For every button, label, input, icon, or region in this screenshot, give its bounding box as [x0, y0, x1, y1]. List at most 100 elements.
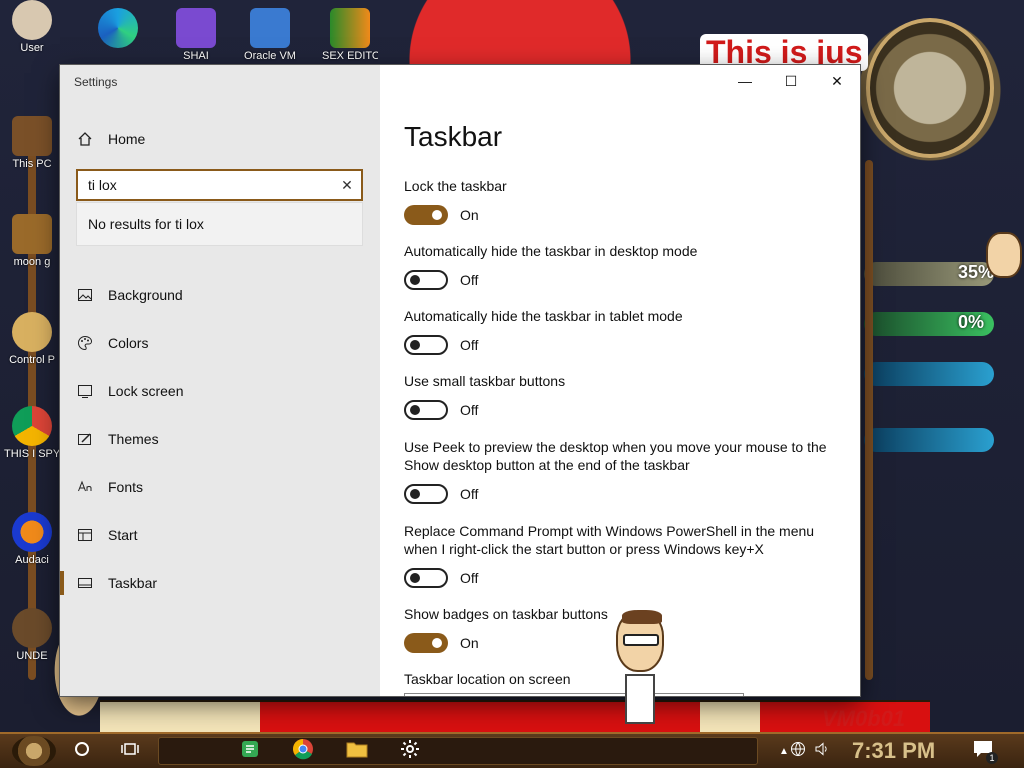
- steampunk-frame-right: [865, 160, 873, 680]
- taskbar-app-sheets[interactable]: [232, 736, 268, 766]
- toggle-state-text: On: [460, 635, 479, 651]
- powershell-toggle[interactable]: [404, 568, 448, 588]
- fonts-icon: [76, 478, 94, 496]
- lightbulb-icon: [12, 312, 52, 352]
- nav-item-background[interactable]: Background: [60, 271, 380, 319]
- hex-editor-icon: [330, 8, 370, 48]
- clear-search-icon[interactable]: ✕: [333, 171, 361, 199]
- desktop-icon-label: THIS I SPYWA: [4, 448, 60, 460]
- navigation-pane: Settings Home ✕ No results for ti lox Ba…: [60, 65, 380, 696]
- desktop-icon-chrome[interactable]: THIS I SPYWA: [4, 406, 60, 460]
- setting-label: Use small taskbar buttons: [404, 373, 566, 389]
- chrome-icon: [12, 406, 52, 446]
- content-pane: Taskbar Lock the taskbar On Automaticall…: [404, 65, 844, 696]
- toggle-state-text: Off: [460, 486, 479, 502]
- cortana-circle-icon: [74, 741, 90, 762]
- setting-label: Lock the taskbar: [404, 178, 507, 194]
- action-center-button[interactable]: 1: [970, 738, 998, 764]
- lock-screen-icon: [76, 382, 94, 400]
- taskbar-app-chrome[interactable]: [285, 736, 321, 766]
- cortana-button[interactable]: [64, 736, 100, 766]
- nav-item-label: Fonts: [108, 479, 144, 495]
- cartoon-character-right: [986, 232, 1024, 332]
- gauge-bar-4: [864, 428, 994, 452]
- gauge-label-2: 0%: [957, 312, 984, 332]
- palette-icon: [76, 334, 94, 352]
- start-icon: [76, 526, 94, 544]
- volume-button[interactable]: [804, 736, 840, 766]
- lock-taskbar-toggle[interactable]: [404, 205, 448, 225]
- toggle-state-text: Off: [460, 402, 479, 418]
- nav-home[interactable]: Home: [76, 129, 145, 149]
- task-view-button[interactable]: [112, 736, 148, 766]
- picture-icon: [76, 286, 94, 304]
- window-title: Settings: [74, 75, 118, 89]
- this-pc-icon: [12, 116, 52, 156]
- use-peek-toggle[interactable]: [404, 484, 448, 504]
- setting-lock-taskbar: Lock the taskbar On: [404, 177, 834, 225]
- desktop-icon-label: SHAI: [183, 50, 209, 62]
- task-view-icon: [121, 741, 139, 762]
- user-folder-icon: [12, 0, 52, 40]
- settings-search-input[interactable]: [78, 171, 333, 199]
- desktop-icon-control-panel[interactable]: Control P: [4, 312, 60, 366]
- setting-label: Automatically hide the taskbar in tablet…: [404, 308, 683, 324]
- nav-item-themes[interactable]: Themes: [60, 415, 380, 463]
- nav-item-label: Colors: [108, 335, 149, 351]
- visual-studio-icon: [176, 8, 216, 48]
- nav-item-lock-screen[interactable]: Lock screen: [60, 367, 380, 415]
- toggle-state-text: Off: [460, 272, 479, 288]
- desktop-icon-user[interactable]: User: [4, 0, 60, 54]
- nav-item-start[interactable]: Start: [60, 511, 380, 559]
- desktop-icon-audacity[interactable]: Audaci: [4, 512, 60, 566]
- notification-count-badge: 1: [986, 752, 998, 764]
- toggle-state-text: Off: [460, 337, 479, 353]
- settings-window: Settings Home ✕ No results for ti lox Ba…: [60, 65, 860, 696]
- gear-app-icon: [12, 608, 52, 648]
- settings-search-box: ✕: [76, 169, 363, 201]
- vm-watermark: VM0b01: [822, 706, 906, 731]
- search-results-dropdown: No results for ti lox: [76, 202, 363, 246]
- gear-icon: [400, 739, 420, 764]
- taskbar-location-dropdown[interactable]: [404, 693, 744, 696]
- virtualbox-icon: [250, 8, 290, 48]
- desktop-icon-label: SEX EDITOR: [322, 50, 378, 62]
- edge-icon: [98, 8, 138, 48]
- gauge-bar-3: [864, 362, 994, 386]
- nav-item-colors[interactable]: Colors: [60, 319, 380, 367]
- desktop-icon-label: Control P: [9, 354, 55, 366]
- desktop-icon-moon[interactable]: moon g: [4, 214, 60, 268]
- show-badges-toggle[interactable]: [404, 633, 448, 653]
- small-buttons-toggle[interactable]: [404, 400, 448, 420]
- toggle-state-text: Off: [460, 570, 479, 586]
- desktop-icon-hex-editor[interactable]: SEX EDITOR: [322, 8, 378, 62]
- taskbar-icon: [76, 574, 94, 592]
- desktop-icon-this-pc[interactable]: This PC: [4, 116, 60, 170]
- desktop-icon-visual-studio[interactable]: SHAI: [168, 8, 224, 62]
- setting-label: Automatically hide the taskbar in deskto…: [404, 243, 698, 259]
- nav-item-taskbar[interactable]: Taskbar: [60, 559, 380, 607]
- page-title: Taskbar: [404, 121, 503, 152]
- desktop-icon-label: This PC: [12, 158, 52, 170]
- nav-home-label: Home: [108, 131, 146, 147]
- autohide-tablet-toggle[interactable]: [404, 335, 448, 355]
- nav-item-label: Themes: [108, 431, 159, 447]
- setting-label: Use Peek to preview the desktop when you…: [404, 439, 827, 473]
- desktop-icon-label: User: [20, 42, 44, 54]
- taskbar-clock[interactable]: 7:31 PM: [852, 738, 935, 764]
- setting-autohide-tablet: Automatically hide the taskbar in tablet…: [404, 307, 834, 355]
- nav-item-label: Lock screen: [108, 383, 184, 399]
- taskbar-app-file-explorer[interactable]: [339, 736, 375, 766]
- taskbar-app-settings[interactable]: [392, 736, 428, 766]
- taskbar: ▲ 7:31 PM 1: [0, 732, 1024, 768]
- nav-item-label: Background: [108, 287, 183, 303]
- desktop-icon-edge[interactable]: [90, 8, 146, 50]
- desktop-icon-label: moon g: [13, 256, 51, 268]
- autohide-desktop-toggle[interactable]: [404, 270, 448, 290]
- themes-icon: [76, 430, 94, 448]
- setting-use-peek: Use Peek to preview the desktop when you…: [404, 438, 834, 504]
- setting-powershell: Replace Command Prompt with Windows Powe…: [404, 522, 834, 588]
- nav-item-fonts[interactable]: Fonts: [60, 463, 380, 511]
- desktop-icon-virtualbox[interactable]: Oracle VM: [242, 8, 298, 62]
- start-button[interactable]: [12, 736, 56, 766]
